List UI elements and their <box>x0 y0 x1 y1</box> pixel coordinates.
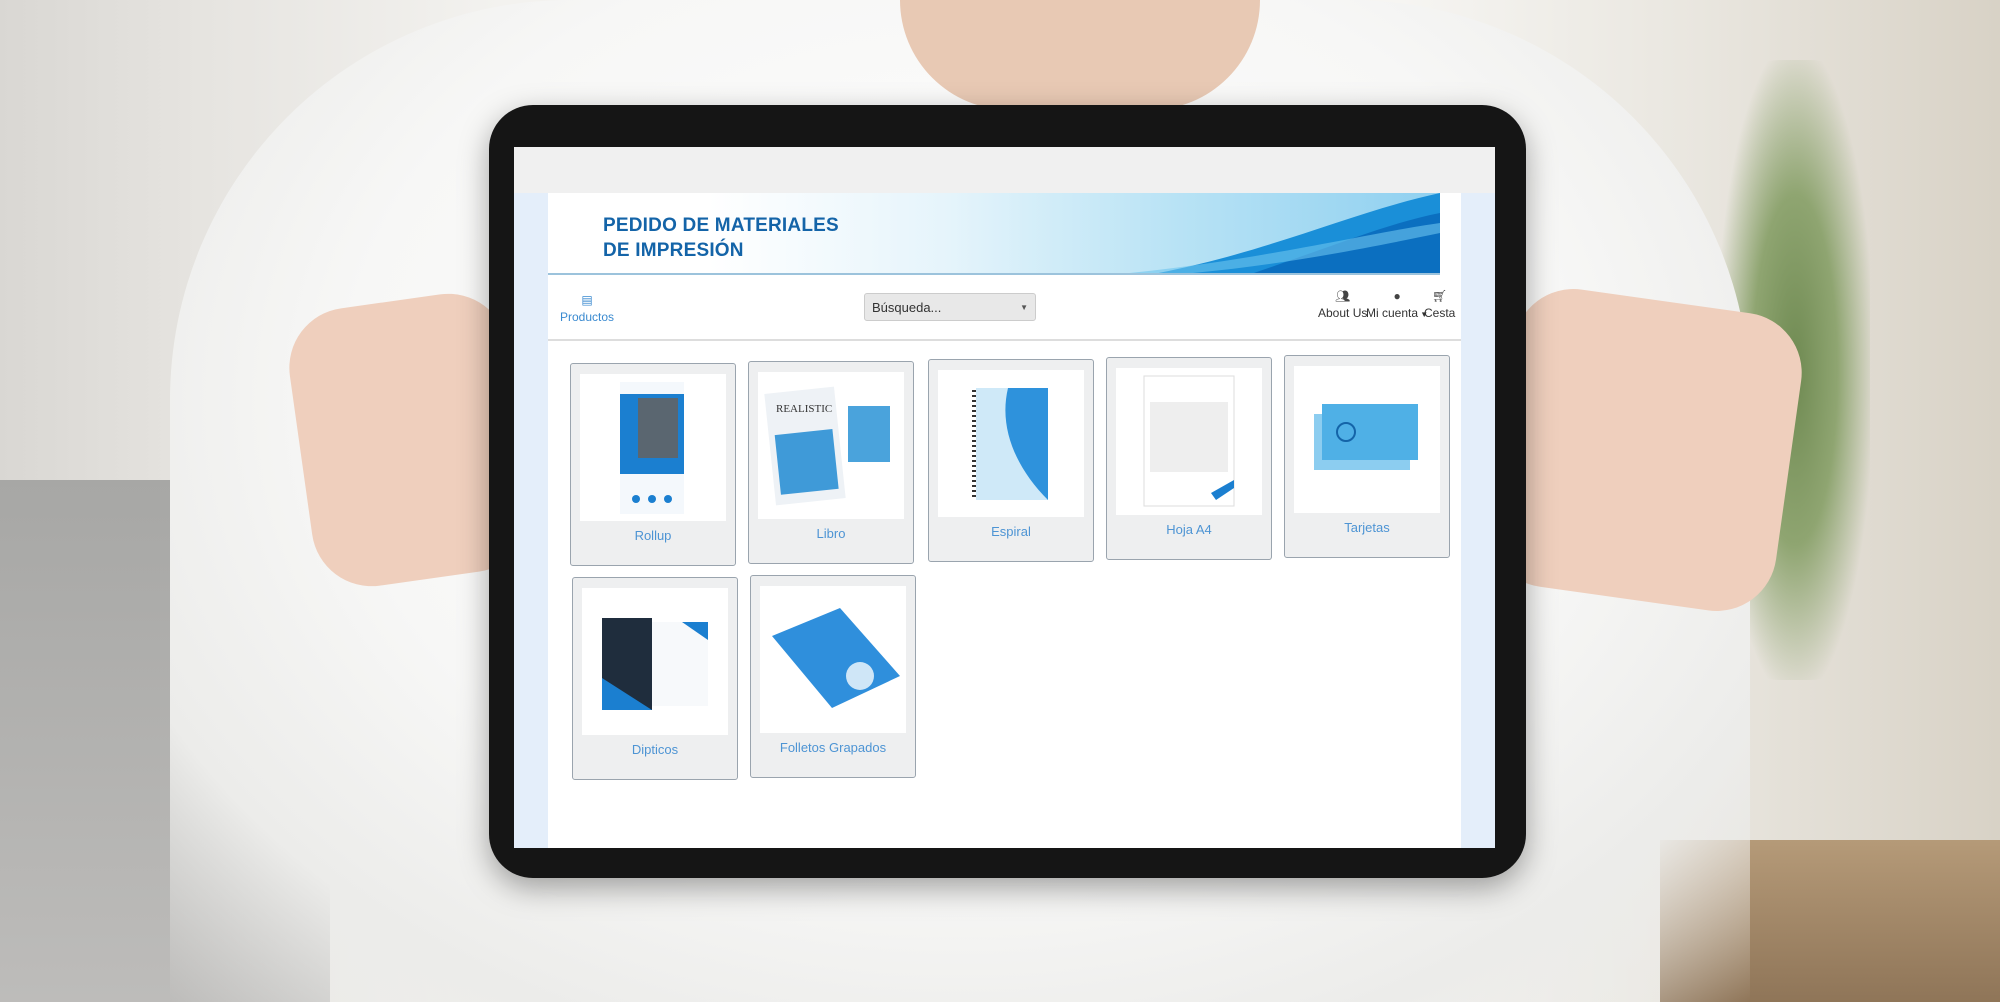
product-label: Libro <box>816 526 846 541</box>
caret-down-icon: ▼ <box>1020 303 1028 312</box>
tablet-screen: PEDIDO DE MATERIALES DE IMPRESIÓN ▤ Prod… <box>514 147 1495 848</box>
right-hand <box>1480 281 1810 619</box>
product-card-rollup[interactable]: Rollup <box>570 363 736 566</box>
title-line-2: DE IMPRESIÓN <box>603 240 744 261</box>
svg-text:REALISTIC: REALISTIC <box>776 403 832 415</box>
product-label: Rollup <box>634 528 672 543</box>
title-line-1: PEDIDO DE MATERIALES <box>603 215 839 236</box>
users-icon: 👥︎ <box>1335 289 1351 303</box>
tablet-device: PEDIDO DE MATERIALES DE IMPRESIÓN ▤ Prod… <box>489 105 1526 878</box>
user-circle-icon: ● <box>1393 289 1401 303</box>
header-banner: PEDIDO DE MATERIALES DE IMPRESIÓN <box>548 193 1440 275</box>
archive-icon: ▤ <box>581 293 593 307</box>
product-card-dipticos[interactable]: Dipticos <box>572 577 738 780</box>
product-image <box>1116 368 1262 515</box>
shopping-cart-icon: 🛒︎ <box>1432 289 1448 303</box>
page-title: PEDIDO DE MATERIALES DE IMPRESIÓN <box>603 213 839 263</box>
search-placeholder: Búsqueda... <box>872 300 942 315</box>
search-select[interactable]: Búsqueda... ▼ <box>864 293 1036 321</box>
nav-about-us[interactable]: 👥︎ About Us <box>1318 289 1367 320</box>
nav-products[interactable]: ▤ Productos <box>560 293 614 324</box>
product-image <box>938 370 1084 517</box>
page-side-left <box>514 193 548 848</box>
nav-cart-label: Cesta <box>1424 306 1456 320</box>
product-image: REALISTIC <box>758 372 904 519</box>
nav-account-label: Mi cuenta <box>1366 306 1419 320</box>
product-card-hoja-a4[interactable]: Hoja A4 <box>1106 357 1272 560</box>
product-card-espiral[interactable]: Espiral <box>928 359 1094 562</box>
product-label: Espiral <box>991 524 1031 539</box>
product-card-folletos-grapados[interactable]: Folletos Grapados <box>750 575 916 778</box>
nav-products-label: Productos <box>560 310 615 324</box>
navbar: ▤ Productos Búsqueda... ▼ 👥︎ About Us ● … <box>548 277 1461 341</box>
product-card-libro[interactable]: REALISTIC Libro <box>748 361 914 564</box>
person-neck <box>900 0 1260 110</box>
product-image <box>760 586 906 733</box>
product-image <box>582 588 728 735</box>
product-label: Dipticos <box>631 742 679 757</box>
product-image <box>580 374 726 521</box>
nav-cart[interactable]: 🛒︎ Cesta <box>1424 289 1455 320</box>
product-card-tarjetas[interactable]: Tarjetas <box>1284 355 1450 558</box>
product-label: Tarjetas <box>1344 520 1390 535</box>
product-label: Folletos Grapados <box>779 740 887 755</box>
nav-my-account[interactable]: ● Mi cuenta ▼ <box>1366 289 1428 320</box>
page-side-right <box>1461 193 1495 848</box>
product-image <box>1294 366 1440 513</box>
product-label: Hoja A4 <box>1166 522 1212 537</box>
nav-about-label: About Us <box>1318 306 1368 320</box>
web-page: PEDIDO DE MATERIALES DE IMPRESIÓN ▤ Prod… <box>548 193 1461 848</box>
